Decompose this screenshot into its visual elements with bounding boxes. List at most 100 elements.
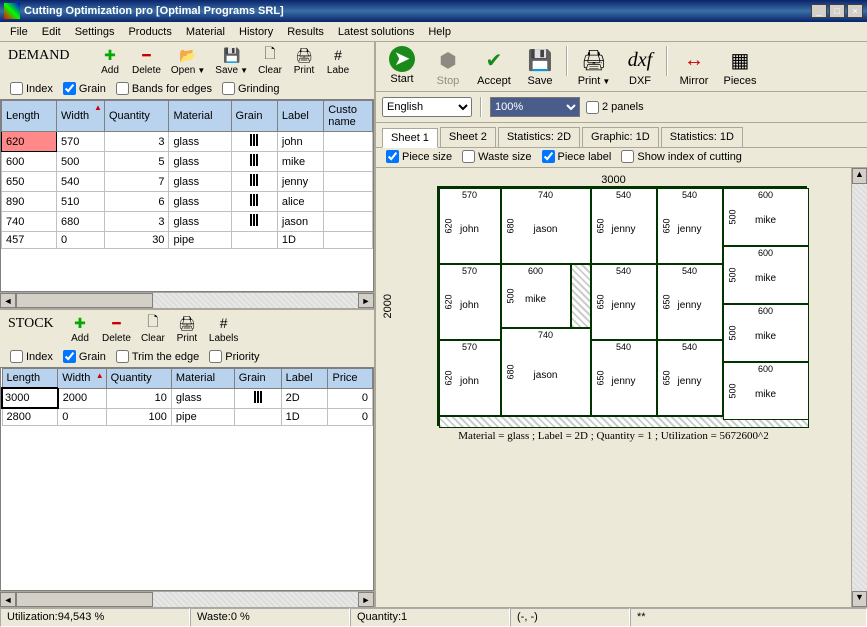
demand-print-button[interactable]: 🖨Print — [288, 44, 320, 78]
stock-clear-button[interactable]: 🗋Clear — [137, 312, 169, 346]
pieces-button[interactable]: ▦Pieces — [718, 44, 762, 89]
table-row[interactable]: 6005005glassmike — [2, 152, 373, 172]
table-row[interactable]: 3000200010glass2D0 — [2, 388, 373, 408]
save-result-button[interactable]: 💾Save — [518, 44, 562, 89]
col-material[interactable]: Material — [171, 369, 234, 389]
demand-save-button[interactable]: 💾Save▼ — [211, 44, 252, 78]
stock-index-check[interactable]: Index — [10, 350, 53, 363]
maximize-button[interactable]: □ — [829, 4, 845, 18]
demand-grain-check[interactable]: Grain — [63, 82, 106, 95]
table-row[interactable]: 457030pipe1D — [2, 232, 373, 249]
stop-button[interactable]: ⬢Stop — [426, 44, 470, 89]
window-title: Cutting Optimization pro [Optimal Progra… — [24, 5, 811, 17]
stock-delete-button[interactable]: ━Delete — [98, 312, 135, 346]
scroll-right-icon[interactable]: ► — [358, 592, 374, 607]
piece-label-check[interactable]: Piece label — [542, 150, 612, 163]
col-grain[interactable]: Grain — [234, 369, 281, 389]
demand-grinding-check[interactable]: Grinding — [222, 82, 280, 95]
demand-index-check[interactable]: Index — [10, 82, 53, 95]
stock-labels-button[interactable]: #Labels — [205, 312, 242, 346]
status-coord: (-, -) — [510, 608, 630, 627]
zoom-select[interactable]: 100% — [490, 97, 580, 117]
col-length[interactable]: Length — [2, 101, 57, 132]
show-index-check[interactable]: Show index of cutting — [621, 150, 742, 163]
scroll-right-icon[interactable]: ► — [358, 293, 374, 308]
stock-grain-check[interactable]: Grain — [63, 350, 106, 363]
run-icon: ➤ — [389, 46, 415, 72]
scroll-left-icon[interactable]: ◄ — [0, 592, 16, 607]
cut-piece: 540650jenny — [591, 188, 657, 264]
scroll-up-icon[interactable]: ▲ — [852, 168, 867, 184]
menu-material[interactable]: Material — [180, 24, 231, 40]
menu-file[interactable]: File — [4, 24, 34, 40]
stock-add-button[interactable]: ✚Add — [64, 312, 96, 346]
col-material[interactable]: Material — [169, 101, 231, 132]
menu-settings[interactable]: Settings — [69, 24, 121, 40]
stock-grid[interactable]: Length Width▲ Quantity Material Grain La… — [0, 367, 374, 591]
print-result-button[interactable]: 🖨Print▼ — [572, 44, 616, 89]
col-grain[interactable]: Grain — [231, 101, 277, 132]
cut-piece: 540650jenny — [591, 340, 657, 416]
waste-size-check[interactable]: Waste size — [462, 150, 531, 163]
cut-piece: 540650jenny — [657, 188, 723, 264]
tab-sheet2[interactable]: Sheet 2 — [440, 127, 496, 147]
save-icon: 💾 — [223, 46, 241, 64]
demand-add-button[interactable]: ✚Add — [94, 44, 126, 78]
tab-sheet1[interactable]: Sheet 1 — [382, 128, 438, 148]
col-label[interactable]: Label — [281, 369, 328, 389]
statusbar: Utilization:94,543 % Waste:0 % Quantity:… — [0, 607, 867, 627]
demand-hscroll[interactable]: ◄ ► — [0, 292, 374, 308]
col-width[interactable]: Width▲ — [58, 369, 106, 389]
tab-stat2d[interactable]: Statistics: 2D — [498, 127, 580, 147]
cut-piece: 600500mike — [723, 246, 809, 304]
close-button[interactable]: × — [847, 4, 863, 18]
menu-edit[interactable]: Edit — [36, 24, 67, 40]
accept-button[interactable]: ✔Accept — [472, 44, 516, 89]
table-row[interactable]: 8905106glassalice — [2, 192, 373, 212]
waste-piece — [571, 264, 591, 328]
col-width[interactable]: Width▲ — [57, 101, 105, 132]
menu-products[interactable]: Products — [122, 24, 177, 40]
dxf-button[interactable]: dxfDXF — [618, 44, 662, 89]
demand-delete-button[interactable]: ━Delete — [128, 44, 165, 78]
document-icon: 🗋 — [144, 314, 162, 332]
two-panels-check[interactable]: 2 panels — [586, 101, 644, 114]
tab-graphic1d[interactable]: Graphic: 1D — [582, 127, 659, 147]
demand-labels-button[interactable]: #Labe — [322, 44, 354, 78]
col-quantity[interactable]: Quantity — [106, 369, 171, 389]
stock-trim-check[interactable]: Trim the edge — [116, 350, 199, 363]
piece-size-check[interactable]: Piece size — [386, 150, 452, 163]
col-length[interactable]: Length — [2, 369, 58, 389]
language-select[interactable]: English — [382, 97, 472, 117]
demand-grid[interactable]: Length Width▲ Quantity Material Grain La… — [0, 99, 374, 292]
scroll-left-icon[interactable]: ◄ — [0, 293, 16, 308]
menu-results[interactable]: Results — [281, 24, 330, 40]
cut-piece: 570620john — [439, 264, 501, 340]
stock-print-button[interactable]: 🖨Print — [171, 312, 203, 346]
menu-history[interactable]: History — [233, 24, 279, 40]
scroll-down-icon[interactable]: ▼ — [852, 591, 867, 607]
demand-open-button[interactable]: 📂Open▼ — [167, 44, 209, 78]
table-row[interactable]: 6205703glassjohn — [2, 132, 373, 152]
stock-hscroll[interactable]: ◄ ► — [0, 591, 374, 607]
sheet-vscroll[interactable]: ▲ ▼ — [851, 168, 867, 607]
cut-piece: 600500mike — [501, 264, 571, 328]
sheet-width-label: 3000 — [382, 174, 845, 186]
table-row[interactable]: 7406803glassjason — [2, 212, 373, 232]
col-label[interactable]: Label — [277, 101, 323, 132]
tab-stat1d[interactable]: Statistics: 1D — [661, 127, 743, 147]
demand-clear-button[interactable]: 🗋Clear — [254, 44, 286, 78]
col-price[interactable]: Price — [328, 369, 373, 389]
menu-help[interactable]: Help — [422, 24, 457, 40]
table-row[interactable]: 6505407glassjenny — [2, 172, 373, 192]
menu-latest[interactable]: Latest solutions — [332, 24, 420, 40]
stock-priority-check[interactable]: Priority — [209, 350, 259, 363]
minimize-button[interactable]: _ — [811, 4, 827, 18]
demand-bands-check[interactable]: Bands for edges — [116, 82, 212, 95]
table-row[interactable]: 28000100pipe1D0 — [2, 408, 373, 426]
col-customer[interactable]: Custo name — [324, 101, 373, 132]
mirror-button[interactable]: ↔Mirror — [672, 44, 716, 89]
start-button[interactable]: ➤Start — [380, 44, 424, 87]
col-quantity[interactable]: Quantity — [104, 101, 168, 132]
cut-diagram: 570620john740680jason540650jenny540650je… — [437, 186, 807, 426]
